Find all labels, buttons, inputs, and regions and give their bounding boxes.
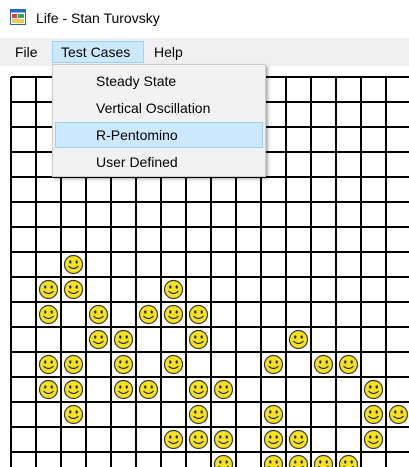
smiley-icon[interactable] [163, 354, 184, 375]
smiley-icon[interactable] [163, 304, 184, 325]
smiley-icon[interactable] [38, 379, 59, 400]
menu-item-r-pentomino[interactable]: R-Pentomino [55, 122, 263, 148]
menu-help[interactable]: Help [146, 41, 194, 63]
menu-item-steady-state[interactable]: Steady State [55, 68, 263, 94]
smiley-icon[interactable] [313, 454, 334, 467]
smiley-icon[interactable] [213, 429, 234, 450]
smiley-icon[interactable] [63, 404, 84, 425]
menu-file[interactable]: File [7, 41, 45, 63]
smiley-icon[interactable] [63, 354, 84, 375]
smiley-icon[interactable] [88, 304, 109, 325]
smiley-icon[interactable] [63, 379, 84, 400]
smiley-icon[interactable] [263, 429, 284, 450]
smiley-icon[interactable] [338, 454, 359, 467]
menu-bar: File Test Cases Help [0, 38, 409, 66]
smiley-icon[interactable] [163, 279, 184, 300]
smiley-icon[interactable] [288, 429, 309, 450]
menu-item-vertical-oscillation[interactable]: Vertical Oscillation [55, 95, 263, 121]
smiley-icon[interactable] [213, 454, 234, 467]
smiley-icon[interactable] [188, 429, 209, 450]
smiley-icon[interactable] [313, 354, 334, 375]
smiley-icon[interactable] [188, 379, 209, 400]
smiley-icon[interactable] [188, 304, 209, 325]
smiley-icon[interactable] [88, 329, 109, 350]
smiley-icon[interactable] [113, 354, 134, 375]
smiley-icon[interactable] [363, 379, 384, 400]
smiley-icon[interactable] [138, 304, 159, 325]
smiley-icon[interactable] [263, 354, 284, 375]
smiley-icon[interactable] [138, 379, 159, 400]
smiley-icon[interactable] [338, 354, 359, 375]
smiley-icon[interactable] [213, 379, 234, 400]
smiley-icon[interactable] [388, 404, 409, 425]
smiley-icon[interactable] [263, 454, 284, 467]
title-bar: Life - Stan Turovsky [0, 0, 409, 38]
smiley-icon[interactable] [288, 454, 309, 467]
window-title: Life - Stan Turovsky [36, 10, 160, 26]
menu-test-cases[interactable]: Test Cases [52, 41, 144, 63]
smiley-icon[interactable] [38, 354, 59, 375]
smiley-icon[interactable] [363, 404, 384, 425]
smiley-icon[interactable] [188, 329, 209, 350]
test-cases-dropdown: Steady State Vertical Oscillation R-Pent… [52, 64, 266, 177]
smiley-icon[interactable] [363, 429, 384, 450]
smiley-icon[interactable] [113, 379, 134, 400]
smiley-icon[interactable] [63, 254, 84, 275]
smiley-icon[interactable] [288, 329, 309, 350]
smiley-icon[interactable] [188, 404, 209, 425]
app-window-icon [10, 9, 26, 25]
menu-item-user-defined[interactable]: User Defined [55, 149, 263, 175]
smiley-icon[interactable] [113, 329, 134, 350]
smiley-icon[interactable] [263, 404, 284, 425]
smiley-icon[interactable] [63, 279, 84, 300]
smiley-icon[interactable] [38, 304, 59, 325]
app-window: Life - Stan Turovsky File Test Cases Hel… [0, 0, 409, 467]
smiley-icon[interactable] [163, 429, 184, 450]
smiley-icon[interactable] [38, 279, 59, 300]
